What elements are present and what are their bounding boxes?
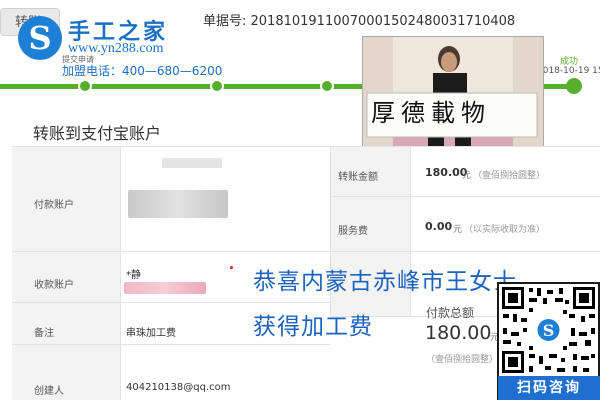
congrats-subline: 获得加工费: [253, 314, 373, 340]
amount-label: 转账金额: [338, 172, 378, 183]
pay-account-blurred: [162, 158, 222, 168]
status-date: 2018-10-19 15:1: [537, 66, 600, 76]
fee-unit: 元: [453, 225, 463, 235]
customer-photo: 厚德載物: [362, 36, 544, 161]
fee-value: 0.00: [425, 220, 453, 233]
total-value: 180.00: [425, 322, 492, 344]
pay-account-label: 付款账户: [34, 200, 74, 211]
svg-text:S: S: [543, 321, 555, 340]
total-note: （壹佰捌拾圆整）: [426, 355, 499, 365]
amount-note: （壹佰捌拾圆整）: [473, 171, 546, 181]
remark-value: 串珠加工费: [126, 328, 176, 339]
brand-logo-icon: S: [18, 16, 62, 60]
label-column: [12, 146, 120, 400]
creator-value: 404210138@qq.com: [126, 382, 231, 393]
fee-note: （以实际收取为准）: [464, 225, 546, 235]
document-number: 单据号: 20181019110070001502480031710408: [203, 14, 516, 29]
card-title: 转账到支付宝账户: [33, 124, 162, 143]
progress-step-dot: [320, 79, 334, 93]
required-marker: [230, 266, 233, 269]
remark-label: 备注: [34, 328, 54, 339]
progress-step-dot: [78, 79, 92, 93]
receive-account-name: *静: [126, 270, 141, 281]
brand-phone: 加盟电话：400—680—6200: [62, 64, 223, 78]
receive-account-label: 收款账户: [34, 280, 74, 291]
calligraphy-text: 厚德載物: [371, 99, 491, 127]
progress-end-dot: [566, 78, 582, 94]
qr-caption: 扫码咨询: [498, 376, 600, 400]
pay-account-blurred: [128, 190, 228, 218]
creator-label: 创建人: [34, 386, 64, 397]
fee-label: 服务费: [338, 226, 368, 237]
total-label: 付款总额: [426, 306, 475, 320]
congrats-headline: 恭喜内蒙古赤峰市王女士: [253, 269, 517, 295]
amount-unit: 元: [462, 171, 472, 181]
receive-account-blurred: [124, 282, 206, 294]
progress-step-dot: [210, 79, 224, 93]
